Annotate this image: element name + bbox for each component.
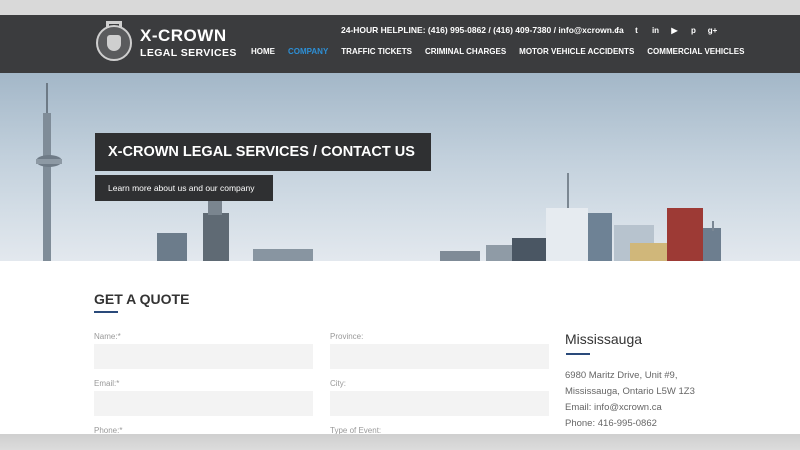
email-field[interactable] <box>94 391 313 416</box>
location-phone: Phone: 416-995-0862 <box>565 418 657 429</box>
nav-item-criminal-charges[interactable]: CRIMINAL CHARGES <box>425 47 506 56</box>
main-content: GET A QUOTE Name:* Province: Email:* Cit… <box>0 261 800 434</box>
facebook-icon[interactable]: f <box>612 25 623 36</box>
logo[interactable]: X-CROWN LEGAL SERVICES <box>96 21 236 65</box>
site-header: X-CROWN LEGAL SERVICES 24-HOUR HELPLINE:… <box>0 15 800 73</box>
phone-label: Phone:* <box>94 426 123 434</box>
address-line-1: 6980 Maritz Drive, Unit #9, <box>565 370 678 381</box>
location-title: Mississauga <box>565 331 643 347</box>
pinterest-icon[interactable]: p <box>688 25 699 36</box>
nav-item-commercial-vehicles[interactable]: COMMERCIAL VEHICLES <box>647 47 744 56</box>
helpline-text: 24-HOUR HELPLINE: (416) 995-0862 / (416)… <box>341 25 624 35</box>
page-subtitle: Learn more about us and our company <box>95 175 273 201</box>
logo-name: X-CROWN <box>140 26 227 45</box>
name-label: Name:* <box>94 332 121 341</box>
city-field[interactable] <box>330 391 549 416</box>
event-type-label: Type of Event: <box>330 426 382 434</box>
linkedin-icon[interactable]: in <box>650 25 661 36</box>
city-label: City: <box>330 379 346 388</box>
google-plus-icon[interactable]: g+ <box>707 25 718 36</box>
twitter-icon[interactable]: t <box>631 25 642 36</box>
nav-item-company[interactable]: COMPANY <box>288 47 328 56</box>
province-field[interactable] <box>330 344 549 369</box>
email-label: Email:* <box>94 379 120 388</box>
crown-icon <box>106 21 122 28</box>
province-label: Province: <box>330 332 364 341</box>
main-nav: HOME COMPANY TRAFFIC TICKETS CRIMINAL CH… <box>251 47 757 56</box>
title-underline <box>94 311 118 313</box>
quote-title: GET A QUOTE <box>94 291 190 307</box>
hero-banner: X-CROWN LEGAL SERVICES / CONTACT US Lear… <box>0 73 800 261</box>
nav-item-traffic-tickets[interactable]: TRAFFIC TICKETS <box>341 47 412 56</box>
address-line-2: Mississauga, Ontario L5W 1Z3 <box>565 386 695 397</box>
name-field[interactable] <box>94 344 313 369</box>
crest-icon <box>96 25 132 61</box>
logo-subtitle: LEGAL SERVICES <box>140 47 237 59</box>
social-links: f t in ▶ p g+ <box>612 25 718 36</box>
location-underline <box>566 353 590 355</box>
nav-item-home[interactable]: HOME <box>251 47 275 56</box>
youtube-icon[interactable]: ▶ <box>669 25 680 36</box>
location-email: Email: info@xcrown.ca <box>565 402 662 413</box>
nav-item-motor-vehicle-accidents[interactable]: MOTOR VEHICLE ACCIDENTS <box>519 47 634 56</box>
page-title: X-CROWN LEGAL SERVICES / CONTACT US <box>95 133 431 171</box>
page-bottom-band <box>0 434 800 450</box>
